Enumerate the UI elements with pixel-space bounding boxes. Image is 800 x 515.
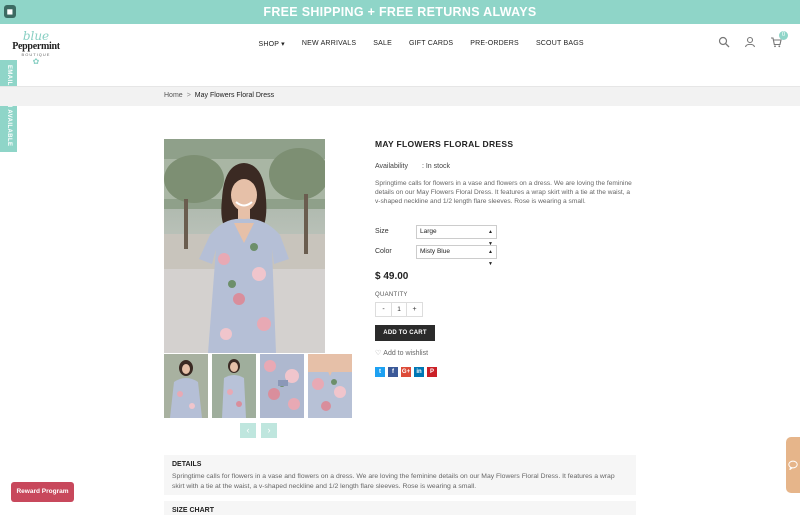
cart-count-badge: 0: [779, 31, 788, 40]
facebook-icon[interactable]: f: [388, 367, 398, 377]
breadcrumb-home[interactable]: Home: [164, 92, 183, 99]
chat-icon[interactable]: [786, 437, 800, 493]
product-price: $ 49.00: [375, 271, 409, 282]
breadcrumb-current: May Flowers Floral Dress: [194, 92, 275, 99]
size-option: Size Large ▲ ▼: [375, 225, 505, 247]
select-arrows-icon: ▲ ▼: [488, 249, 493, 267]
details-section: DETAILS Springtime calls for flowers in …: [164, 455, 636, 495]
twitter-icon[interactable]: t: [375, 367, 385, 377]
main-nav: SHOP ▾ NEW ARRIVALS SALE GIFT CARDS PRE-…: [250, 40, 592, 48]
email-when-available-tab[interactable]: EMAIL WHEN AVAILABLE: [0, 60, 17, 152]
availability: Availability : In stock: [375, 163, 450, 170]
thumbnail-4[interactable]: [308, 354, 352, 418]
cart-icon[interactable]: 0: [770, 31, 788, 48]
nav-gift-cards[interactable]: GIFT CARDS: [400, 40, 461, 48]
color-option: Color Misty Blue ▲ ▼: [375, 245, 505, 267]
availability-label: Availability: [375, 163, 408, 170]
thumbnail-nav: ‹ ›: [240, 423, 277, 438]
pinterest-icon[interactable]: P: [427, 367, 437, 377]
announcement-bar: ◼ FREE SHIPPING + FREE RETURNS ALWAYS: [0, 0, 800, 24]
search-icon[interactable]: [718, 36, 730, 48]
nav-scout-bags[interactable]: SCOUT BAGS: [527, 40, 592, 48]
google-plus-icon[interactable]: G+: [401, 367, 411, 377]
thumbnail-2[interactable]: [212, 354, 256, 418]
color-label: Color: [375, 248, 392, 255]
product-thumbnails: [164, 354, 352, 418]
header-icons: 0: [718, 31, 788, 48]
product-info: MAY FLOWERS FLORAL DRESS Availability : I…: [375, 139, 635, 377]
site-header: blue Peppermint BOUTIQUE ✿ SHOP ▾ NEW AR…: [0, 24, 800, 86]
color-select-value: Misty Blue: [420, 248, 450, 255]
nav-shop[interactable]: SHOP ▾: [250, 40, 293, 48]
size-chart-heading[interactable]: SIZE CHART: [164, 501, 636, 515]
reward-program-button[interactable]: Reward Program: [11, 482, 74, 502]
user-icon[interactable]: [744, 36, 756, 48]
app-icon[interactable]: ◼: [4, 5, 16, 18]
quantity-input[interactable]: 1: [391, 303, 407, 316]
details-heading[interactable]: DETAILS: [172, 461, 628, 468]
nav-pre-orders[interactable]: PRE-ORDERS: [462, 40, 528, 48]
size-label: Size: [375, 228, 389, 235]
wishlist-label: Add to wishlist: [383, 350, 429, 357]
thumbnail-prev-button[interactable]: ‹: [240, 423, 256, 438]
nav-new-arrivals[interactable]: NEW ARRIVALS: [293, 40, 364, 48]
details-text: Springtime calls for flowers in a vase a…: [172, 473, 615, 490]
breadcrumb: Home > May Flowers Floral Dress: [164, 92, 274, 99]
announcement-text: FREE SHIPPING + FREE RETURNS ALWAYS: [263, 5, 537, 19]
logo-flower-icon: ✿: [32, 57, 40, 66]
color-select[interactable]: Misty Blue ▲ ▼: [416, 245, 497, 267]
availability-value: : In stock: [421, 163, 450, 170]
thumbnail-1[interactable]: [164, 354, 208, 418]
thumbnail-3[interactable]: [260, 354, 304, 418]
size-select-value: Large: [420, 228, 437, 235]
breadcrumb-separator: >: [186, 92, 191, 99]
add-to-cart-button[interactable]: ADD TO CART: [375, 325, 435, 341]
nav-sale[interactable]: SALE: [365, 40, 401, 48]
logo[interactable]: blue Peppermint BOUTIQUE ✿: [12, 30, 60, 80]
quantity-increase-button[interactable]: +: [407, 303, 422, 316]
share-buttons: t f G+ in P: [375, 367, 437, 377]
heart-icon: ♡: [375, 350, 382, 357]
linkedin-icon[interactable]: in: [414, 367, 424, 377]
add-to-wishlist-link[interactable]: ♡ Add to wishlist: [375, 349, 428, 357]
quantity-stepper: - 1 +: [375, 302, 423, 317]
size-select[interactable]: Large ▲ ▼: [416, 225, 497, 247]
thumbnail-next-button[interactable]: ›: [261, 423, 277, 438]
product-description: Springtime calls for flowers in a vase a…: [375, 180, 632, 205]
quantity-decrease-button[interactable]: -: [376, 303, 391, 316]
product-main-image[interactable]: [164, 139, 325, 353]
breadcrumb-bar: Home > May Flowers Floral Dress: [0, 86, 800, 106]
product-title: MAY FLOWERS FLORAL DRESS: [375, 139, 514, 149]
quantity-label: QUANTITY: [375, 292, 408, 298]
logo-line2: Peppermint: [12, 41, 60, 52]
